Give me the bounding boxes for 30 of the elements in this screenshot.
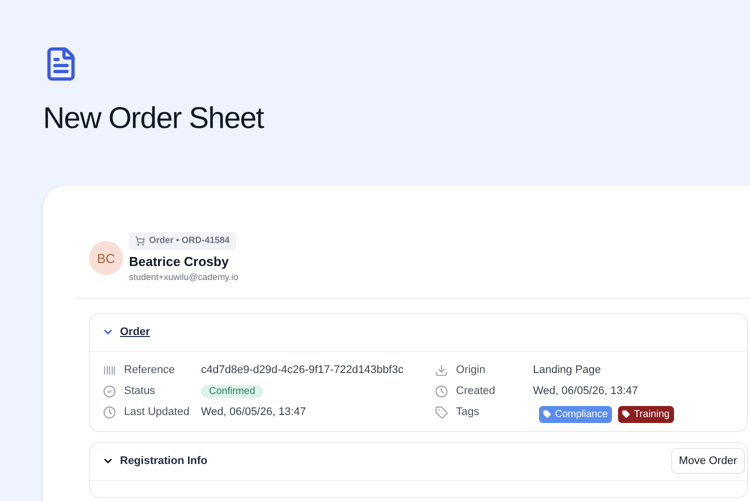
- field-label: Last Updated: [124, 404, 190, 420]
- download-icon: [435, 364, 448, 376]
- field-value: c4d7d8e9-d29d-4c26-9f17-722d143bbf3c: [201, 364, 404, 376]
- field-value: Wed, 06/05/26, 13:47: [533, 384, 638, 397]
- record-name: Beatrice Crosby: [129, 252, 230, 271]
- field-label: Tags: [456, 404, 480, 420]
- field-label: Reference: [124, 362, 176, 378]
- field-label: Origin: [456, 362, 486, 378]
- section-title[interactable]: Order: [120, 324, 150, 340]
- clock-icon: [103, 406, 116, 418]
- field-value: Landing Page: [533, 364, 601, 376]
- clock-icon: [435, 384, 448, 398]
- tag-badge: Compliance: [539, 406, 612, 422]
- field-label: Status: [124, 384, 156, 399]
- status-badge: Confirmed: [201, 384, 264, 398]
- page-title: New Order Sheet: [43, 101, 265, 137]
- check-circle-icon: [103, 384, 116, 398]
- tag-badge: Training: [618, 406, 674, 422]
- tag-icon: [622, 410, 630, 418]
- move-order-button[interactable]: Move Order: [670, 448, 745, 474]
- field-label: Created: [456, 384, 496, 399]
- tag-icon: [435, 406, 448, 418]
- section-title[interactable]: Registration Info: [120, 452, 208, 470]
- barcode-icon: [103, 364, 116, 376]
- record-badge: Order • ORD-41584: [129, 232, 236, 250]
- cart-icon: [135, 236, 145, 246]
- tag-icon: [543, 410, 551, 418]
- record-email: student+xuwilu@cademy.io: [129, 271, 238, 284]
- field-value: Wed, 06/05/26, 13:47: [201, 406, 306, 418]
- avatar: BC: [89, 241, 123, 276]
